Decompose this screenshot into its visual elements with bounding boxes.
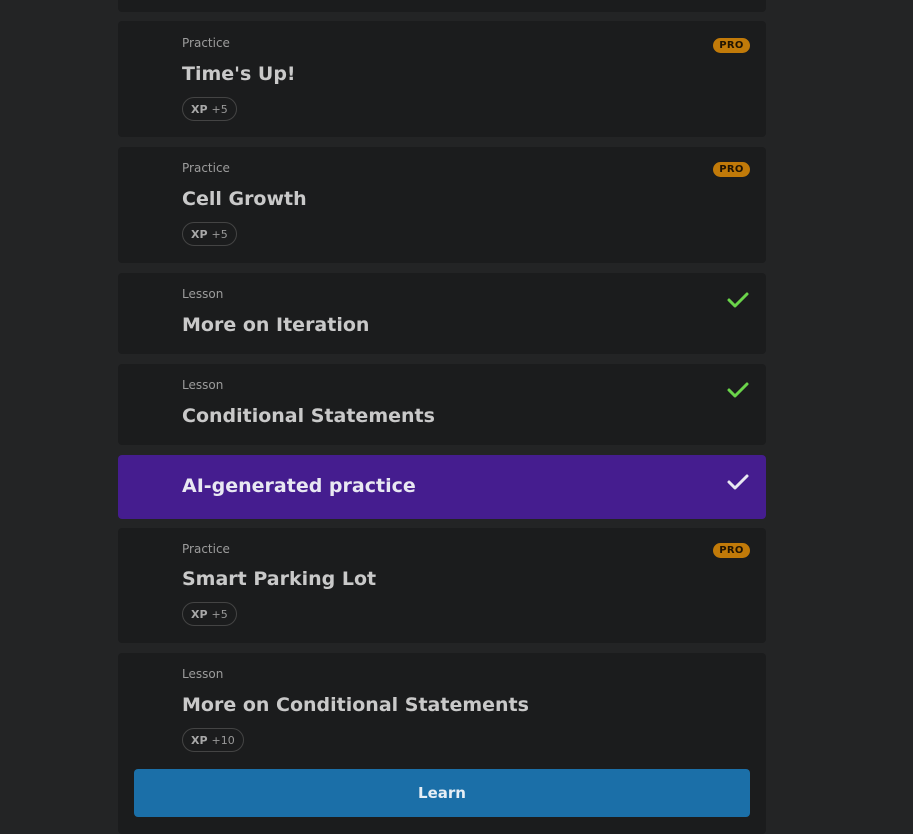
check-icon — [727, 382, 749, 398]
item-kind: Lesson — [182, 667, 224, 681]
item-card-conditional-statements[interactable]: Lesson Conditional Statements — [118, 364, 766, 445]
check-icon — [727, 474, 749, 490]
xp-badge: XP +5 — [182, 222, 237, 246]
item-kind: Practice — [182, 36, 230, 50]
item-title: Time's Up! — [182, 63, 296, 85]
item-card-cell-growth[interactable]: Practice Cell Growth XP +5 PRO — [118, 147, 766, 263]
xp-value: +5 — [211, 102, 228, 116]
xp-value: +10 — [211, 733, 235, 747]
xp-label: XP — [191, 227, 208, 241]
learning-path-list: Practice Time's Up! XP +5 PRO Practice C… — [118, 0, 766, 834]
item-kind: Lesson — [182, 378, 224, 392]
item-title: Smart Parking Lot — [182, 568, 377, 590]
item-card-more-on-conditional-statements[interactable]: Lesson More on Conditional Statements XP… — [118, 653, 766, 834]
xp-label: XP — [191, 607, 208, 621]
item-title: More on Conditional Statements — [182, 694, 529, 716]
item-kind: Practice — [182, 161, 230, 175]
xp-value: +5 — [211, 227, 228, 241]
xp-label: XP — [191, 102, 208, 116]
item-title: More on Iteration — [182, 314, 370, 336]
previous-card[interactable] — [118, 0, 766, 12]
item-kind: Lesson — [182, 287, 224, 301]
item-card-ai-generated-practice[interactable]: AI-generated practice — [118, 455, 766, 519]
xp-value: +5 — [211, 607, 228, 621]
xp-badge: XP +5 — [182, 97, 237, 121]
pro-badge: PRO — [713, 162, 750, 177]
xp-badge: XP +10 — [182, 728, 244, 752]
item-kind: Practice — [182, 542, 230, 556]
item-card-times-up[interactable]: Practice Time's Up! XP +5 PRO — [118, 21, 766, 137]
xp-label: XP — [191, 733, 208, 747]
pro-badge: PRO — [713, 38, 750, 53]
item-title: AI-generated practice — [182, 475, 416, 497]
item-card-smart-parking-lot[interactable]: Practice Smart Parking Lot XP +5 PRO — [118, 528, 766, 643]
item-card-more-on-iteration[interactable]: Lesson More on Iteration — [118, 273, 766, 354]
pro-badge: PRO — [713, 543, 750, 558]
item-title: Cell Growth — [182, 188, 307, 210]
item-title: Conditional Statements — [182, 405, 435, 427]
learn-button[interactable]: Learn — [134, 769, 750, 817]
check-icon — [727, 292, 749, 308]
xp-badge: XP +5 — [182, 602, 237, 626]
